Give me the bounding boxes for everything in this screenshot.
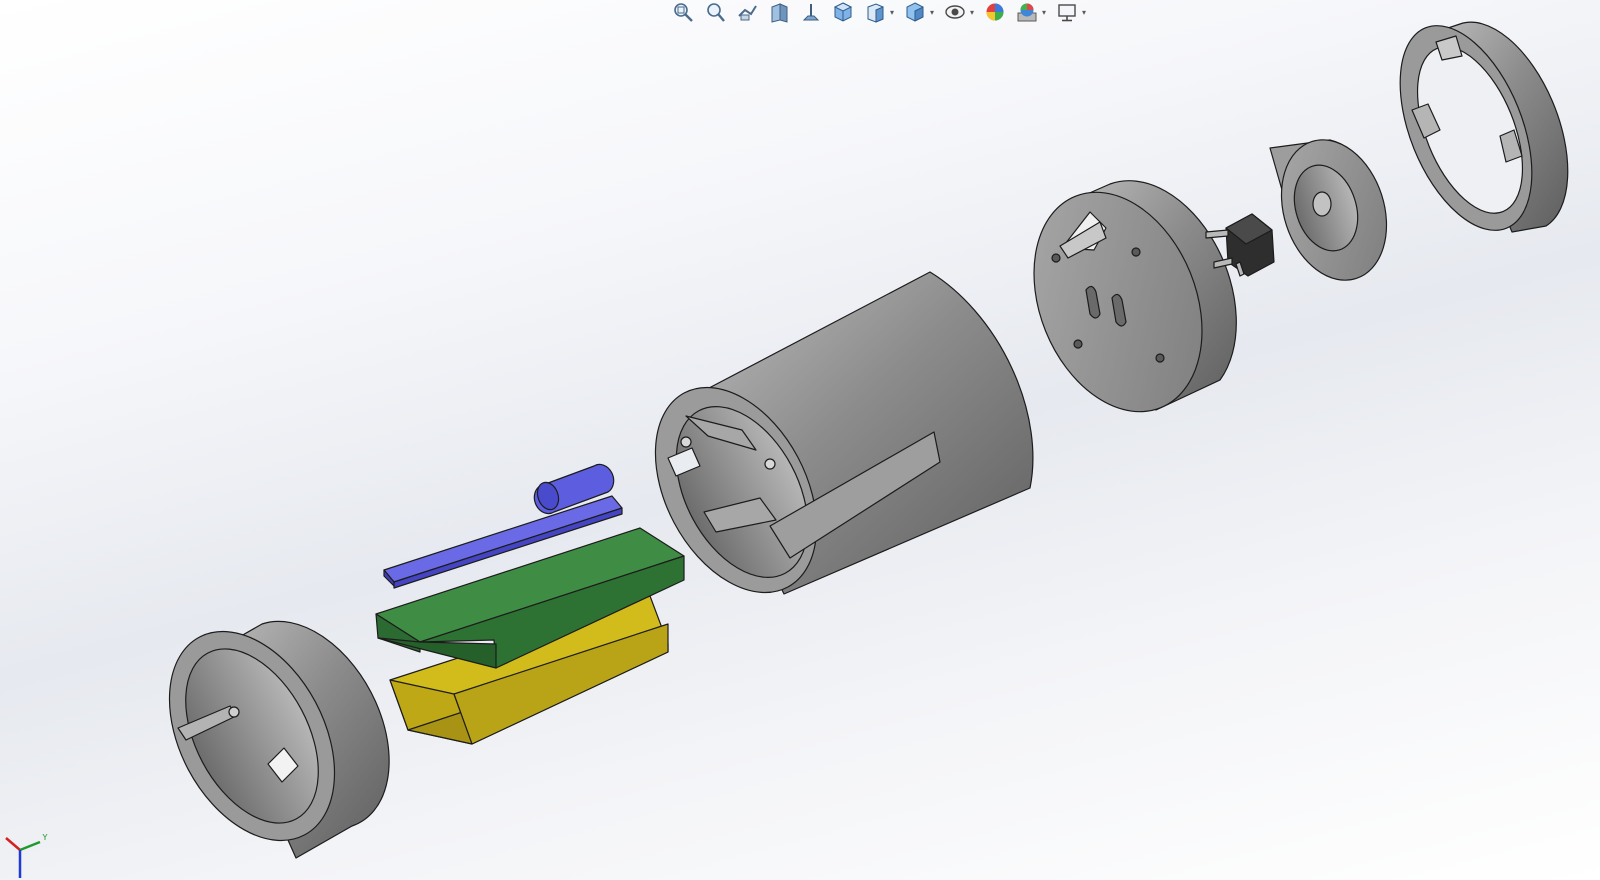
end-plate-part[interactable] <box>1003 167 1237 437</box>
coordinate-triad: Y <box>5 834 48 878</box>
toolbar-button-zoom-to-area[interactable] <box>700 0 730 24</box>
button-cap-part[interactable] <box>1264 126 1404 294</box>
toolbar-button-section-view[interactable] <box>764 0 794 24</box>
triad-x-axis <box>5 837 21 851</box>
edit-appearance-icon <box>984 1 1006 23</box>
toolbar-button-edit-appearance[interactable] <box>980 0 1010 24</box>
toolbar-button-display-style[interactable] <box>900 0 930 24</box>
retaining-ring-part[interactable] <box>1374 7 1569 249</box>
toolbar-button-hide-show-items[interactable] <box>940 0 970 24</box>
toolbar-button-zoom-to-fit[interactable] <box>668 0 698 24</box>
zoom-to-fit-icon <box>672 1 694 23</box>
view-orientation-icon <box>864 1 886 23</box>
toolbar-button-apply-scene[interactable] <box>1012 0 1042 24</box>
toolbar-button-3d-view[interactable] <box>828 0 858 24</box>
3d-view-icon <box>832 1 854 23</box>
apply-scene-icon <box>1016 1 1038 23</box>
view-settings-icon <box>1056 1 1078 23</box>
previous-view-icon <box>736 1 758 23</box>
end-cap-ring-part[interactable] <box>136 603 390 868</box>
toolbar-button-view-orientation[interactable] <box>860 0 890 24</box>
section-view-icon <box>768 1 790 23</box>
graphics-viewport[interactable] <box>0 0 1600 880</box>
hide-show-items-icon <box>944 1 966 23</box>
toolbar-button-view-settings[interactable] <box>1052 0 1082 24</box>
toolbar-button-previous-view[interactable] <box>732 0 762 24</box>
heads-up-view-toolbar: ▾ ▾ ▾ ▾ ▾ <box>668 0 1090 24</box>
triad-y-axis <box>19 840 41 852</box>
display-style-icon <box>904 1 926 23</box>
toolbar-button-dynamic-annotation[interactable] <box>796 0 826 24</box>
zoom-to-area-icon <box>704 1 726 23</box>
triad-y-label: Y <box>42 834 48 842</box>
dynamic-annotation-icon <box>800 1 822 23</box>
